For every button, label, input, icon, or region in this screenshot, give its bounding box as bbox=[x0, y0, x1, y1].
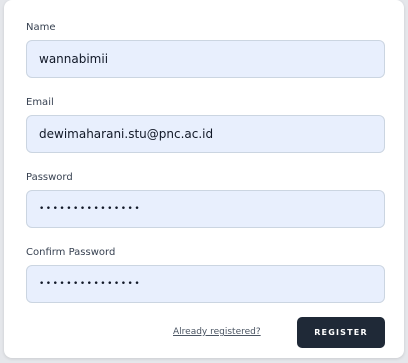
email-field[interactable]: dewimaharani.stu@pnc.ac.id bbox=[26, 115, 385, 153]
confirm-password-label: Confirm Password bbox=[26, 247, 116, 258]
register-button[interactable]: REGISTER bbox=[297, 317, 385, 348]
password-label: Password bbox=[26, 172, 73, 183]
email-label: Email bbox=[26, 97, 54, 108]
name-label: Name bbox=[26, 22, 56, 33]
name-field[interactable]: wannabimii bbox=[26, 40, 385, 78]
password-field[interactable]: ••••••••••••••• bbox=[26, 190, 385, 228]
confirm-password-field[interactable]: ••••••••••••••• bbox=[26, 265, 385, 303]
already-registered-link[interactable]: Already registered? bbox=[173, 327, 261, 337]
